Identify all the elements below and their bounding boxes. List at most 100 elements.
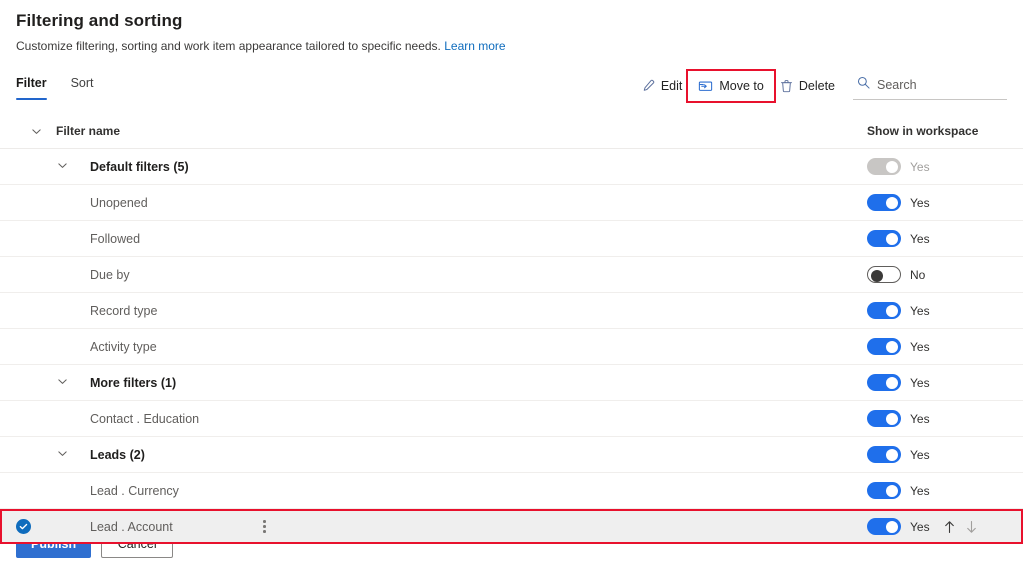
row-workspace-cell: Yes	[867, 482, 1007, 499]
row-label: Unopened	[90, 195, 148, 210]
table-row[interactable]: Lead . Currency Yes	[0, 473, 1023, 509]
filters-table: Filter name Show in workspace Default fi…	[0, 114, 1023, 544]
header-show-in-workspace-label: Show in workspace	[867, 124, 979, 138]
toggle-state-label: No	[910, 267, 926, 282]
tab-filter[interactable]: Filter	[16, 75, 47, 100]
move-down-icon[interactable]	[965, 520, 978, 534]
toggle-state-label: Yes	[910, 303, 930, 318]
toggle-knob	[871, 269, 883, 282]
learn-more-link[interactable]: Learn more	[444, 39, 505, 53]
show-in-workspace-toggle[interactable]	[867, 302, 901, 319]
row-label: Lead . Account	[90, 519, 173, 534]
row-workspace-cell: Yes	[867, 374, 1007, 391]
toggle-knob	[886, 232, 898, 245]
header-filter-name[interactable]: Filter name	[56, 122, 867, 140]
show-in-workspace-toggle[interactable]	[867, 518, 901, 535]
move-to-folder-icon	[698, 79, 713, 93]
page-header: Filtering and sorting Customize filterin…	[0, 0, 1023, 54]
row-name-cell: Due by	[82, 267, 867, 283]
page-subtitle: Customize filtering, sorting and work it…	[16, 38, 1007, 54]
toggle-state-label: Yes	[910, 195, 930, 210]
table-row[interactable]: More filters (1) Yes	[0, 365, 1023, 401]
row-name-cell: Lead . Account	[82, 519, 867, 535]
toggle-knob	[886, 448, 898, 461]
pencil-icon	[641, 79, 655, 93]
tab-sort[interactable]: Sort	[71, 75, 94, 100]
move-to-button[interactable]: Move to	[686, 69, 776, 103]
edit-label: Edit	[660, 79, 683, 93]
search-box[interactable]	[853, 72, 1007, 100]
row-label: More filters (1)	[90, 375, 177, 390]
table-row[interactable]: Followed Yes	[0, 221, 1023, 257]
table-row[interactable]: Activity type Yes	[0, 329, 1023, 365]
header-show-in-workspace[interactable]: Show in workspace	[867, 122, 1007, 140]
show-in-workspace-toggle[interactable]	[867, 446, 901, 463]
delete-label: Delete	[798, 79, 835, 93]
row-name-cell: Followed	[82, 231, 867, 247]
table-body: Default filters (5) Yes Unopened Yes Followe…	[0, 149, 1023, 544]
row-name-cell: More filters (1)	[82, 375, 867, 391]
toggle-knob	[886, 160, 898, 173]
row-expand-chevron[interactable]	[42, 374, 82, 392]
toggle-knob	[886, 304, 898, 317]
tab-list: Filter Sort	[16, 70, 94, 100]
toggle-knob	[886, 340, 898, 353]
table-row[interactable]: Unopened Yes	[0, 185, 1023, 221]
show-in-workspace-toggle[interactable]	[867, 410, 901, 427]
row-name-cell: Contact . Education	[82, 411, 867, 427]
chevron-down-icon	[57, 374, 68, 392]
edit-button[interactable]: Edit	[633, 73, 691, 99]
page-subtitle-text: Customize filtering, sorting and work it…	[16, 39, 441, 53]
row-workspace-cell: Yes	[867, 158, 1007, 175]
toggle-knob	[886, 196, 898, 209]
table-row[interactable]: Leads (2) Yes	[0, 437, 1023, 473]
toggle-knob	[886, 520, 898, 533]
row-name-cell: Record type	[82, 303, 867, 319]
row-label: Lead . Currency	[90, 483, 179, 498]
row-label: Followed	[90, 231, 141, 246]
toggle-state-label: Yes	[910, 231, 930, 246]
toggle-state-label: Yes	[910, 483, 930, 498]
table-row[interactable]: Due by No	[0, 257, 1023, 293]
row-name-cell: Activity type	[82, 339, 867, 355]
header-collapse-all-button[interactable]	[16, 126, 56, 137]
row-workspace-cell: Yes	[867, 446, 1007, 463]
toggle-knob	[886, 484, 898, 497]
show-in-workspace-toggle[interactable]	[867, 374, 901, 391]
row-expand-chevron[interactable]	[42, 158, 82, 176]
chevron-down-icon	[57, 446, 68, 464]
show-in-workspace-toggle[interactable]	[867, 266, 901, 283]
row-expand-chevron[interactable]	[42, 446, 82, 464]
row-more-options-icon[interactable]	[257, 520, 273, 533]
toggle-state-label: Yes	[910, 375, 930, 390]
toggle-knob	[886, 412, 898, 425]
toggle-knob	[886, 376, 898, 389]
toggle-state-label: Yes	[910, 159, 930, 174]
show-in-workspace-toggle[interactable]	[867, 230, 901, 247]
toggle-state-label: Yes	[910, 339, 930, 354]
row-workspace-cell: Yes	[867, 302, 1007, 319]
checkmark-circle-icon[interactable]	[16, 519, 31, 534]
table-row[interactable]: Lead . Account Yes	[0, 509, 1023, 544]
table-row[interactable]: Contact . Education Yes	[0, 401, 1023, 437]
show-in-workspace-toggle[interactable]	[867, 194, 901, 211]
toggle-state-label: Yes	[910, 447, 930, 462]
row-label: Contact . Education	[90, 411, 200, 426]
page-title: Filtering and sorting	[16, 11, 183, 30]
table-row[interactable]: Default filters (5) Yes	[0, 149, 1023, 185]
header-filter-name-label: Filter name	[56, 124, 121, 138]
search-input[interactable]	[877, 78, 1005, 92]
search-icon	[857, 76, 870, 94]
trash-icon	[780, 79, 793, 93]
row-name-cell: Leads (2)	[82, 447, 867, 463]
show-in-workspace-toggle[interactable]	[867, 338, 901, 355]
move-to-label: Move to	[719, 79, 764, 93]
tab-sort-label: Sort	[70, 76, 94, 90]
row-selected-checkbox[interactable]	[16, 519, 42, 534]
move-up-icon[interactable]	[943, 520, 956, 534]
show-in-workspace-toggle[interactable]	[867, 482, 901, 499]
row-label: Activity type	[90, 339, 157, 354]
row-label: Record type	[90, 303, 158, 318]
table-row[interactable]: Record type Yes	[0, 293, 1023, 329]
delete-button[interactable]: Delete	[772, 73, 843, 99]
